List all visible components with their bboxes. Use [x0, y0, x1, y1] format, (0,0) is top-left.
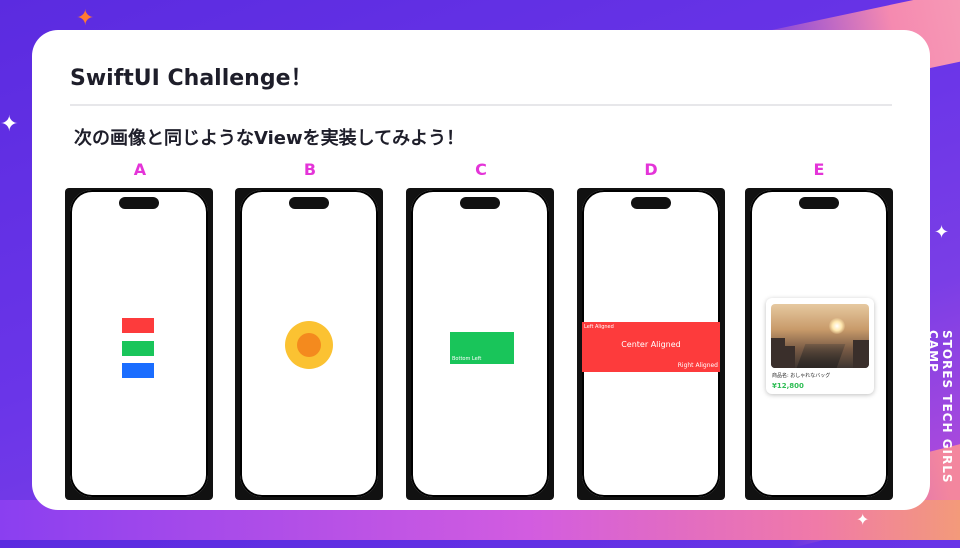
- page-title: SwiftUI Challenge！: [70, 66, 313, 91]
- sparkle-icon: ✦: [856, 510, 870, 529]
- product-name: 商品名: おしゃれなバッグ: [772, 373, 831, 379]
- railway-shape: [796, 344, 846, 368]
- phone-notch: [289, 197, 329, 209]
- red-box: Left Aligned Center Aligned Right Aligne…: [582, 322, 720, 372]
- green-box: Bottom Left: [450, 332, 514, 364]
- sparkle-icon: ✦: [76, 6, 95, 31]
- building-shape: [771, 338, 785, 368]
- challenge-label-d: D: [644, 160, 658, 179]
- phone-notch: [631, 197, 671, 209]
- challenge-label-e: E: [813, 160, 825, 179]
- phone-screen: Bottom Left: [411, 190, 549, 497]
- sunset-glow: [829, 318, 845, 334]
- phone-mockup-b: [235, 188, 383, 500]
- phone-mockup-e: 商品名: おしゃれなバッグ ¥12,800: [745, 188, 893, 500]
- phone-notch: [799, 197, 839, 209]
- challenge-label-b: B: [303, 160, 317, 179]
- building-shape: [785, 346, 795, 368]
- right-aligned-text: Right Aligned: [677, 362, 718, 369]
- center-aligned-text: Center Aligned: [621, 340, 681, 349]
- phone-notch: [119, 197, 159, 209]
- phone-screen: Left Aligned Center Aligned Right Aligne…: [582, 190, 720, 497]
- slide-card: SwiftUI Challenge！ 次の画像と同じようなViewを実装してみよ…: [32, 30, 930, 510]
- page-subtitle: 次の画像と同じようなViewを実装してみよう！: [74, 128, 465, 149]
- phone-mockup-d: Left Aligned Center Aligned Right Aligne…: [577, 188, 725, 500]
- phone-screen: 商品名: おしゃれなバッグ ¥12,800: [750, 190, 888, 497]
- product-card: 商品名: おしゃれなバッグ ¥12,800: [766, 298, 874, 394]
- phone-mockup-c: Bottom Left: [406, 188, 554, 500]
- sparkle-icon: ✦: [934, 222, 950, 243]
- phone-screen: [70, 190, 208, 497]
- challenge-label-c: C: [475, 160, 487, 179]
- phone-screen: [240, 190, 378, 497]
- inner-circle: [297, 333, 321, 357]
- blue-rectangle: [122, 363, 154, 378]
- green-rectangle: [122, 341, 154, 356]
- sparkle-icon: ✦: [0, 112, 19, 137]
- red-rectangle: [122, 318, 154, 333]
- phone-notch: [460, 197, 500, 209]
- bottom-left-text: Bottom Left: [452, 356, 482, 362]
- product-price: ¥12,800: [772, 382, 804, 390]
- left-aligned-text: Left Aligned: [584, 324, 614, 330]
- building-shape: [853, 340, 869, 368]
- phone-mockup-a: [65, 188, 213, 500]
- divider: [70, 104, 892, 106]
- product-photo: [771, 304, 869, 368]
- challenge-label-a: A: [133, 160, 147, 179]
